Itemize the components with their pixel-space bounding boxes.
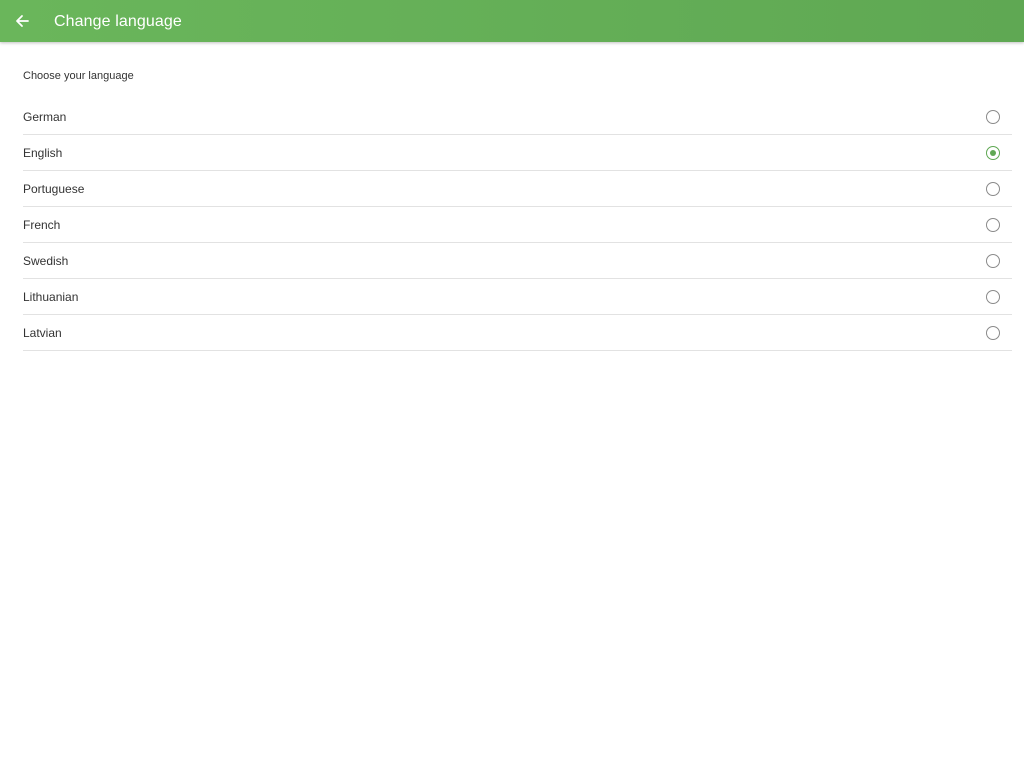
language-settings: Choose your language German English Port… <box>23 70 1012 351</box>
radio-button-icon[interactable] <box>986 253 1000 268</box>
language-item-french[interactable]: French <box>23 207 1012 243</box>
language-label: Swedish <box>23 253 69 268</box>
language-label: Portuguese <box>23 181 85 196</box>
language-item-lithuanian[interactable]: Lithuanian <box>23 279 1012 315</box>
radio-button-icon[interactable] <box>986 109 1000 124</box>
radio-button-icon[interactable] <box>986 325 1000 340</box>
page-title: Change language <box>54 13 182 30</box>
language-label: Lithuanian <box>23 289 79 304</box>
language-item-portuguese[interactable]: Portuguese <box>23 171 1012 207</box>
app-bar: Change language <box>0 0 1024 42</box>
radio-button-icon[interactable] <box>986 217 1000 232</box>
language-label: English <box>23 145 63 160</box>
language-label: Latvian <box>23 325 62 340</box>
language-item-swedish[interactable]: Swedish <box>23 243 1012 279</box>
language-list: German English Portuguese French Swedish… <box>23 99 1012 351</box>
back-button[interactable] <box>8 7 36 35</box>
language-label: German <box>23 109 67 124</box>
radio-button-icon[interactable] <box>986 145 1000 160</box>
language-item-latvian[interactable]: Latvian <box>23 315 1012 351</box>
language-item-german[interactable]: German <box>23 99 1012 135</box>
radio-button-icon[interactable] <box>986 289 1000 304</box>
radio-button-icon[interactable] <box>986 181 1000 196</box>
language-label: French <box>23 217 61 232</box>
language-item-english[interactable]: English <box>23 135 1012 171</box>
arrow-left-icon <box>16 15 29 27</box>
section-label: Choose your language <box>23 70 134 82</box>
